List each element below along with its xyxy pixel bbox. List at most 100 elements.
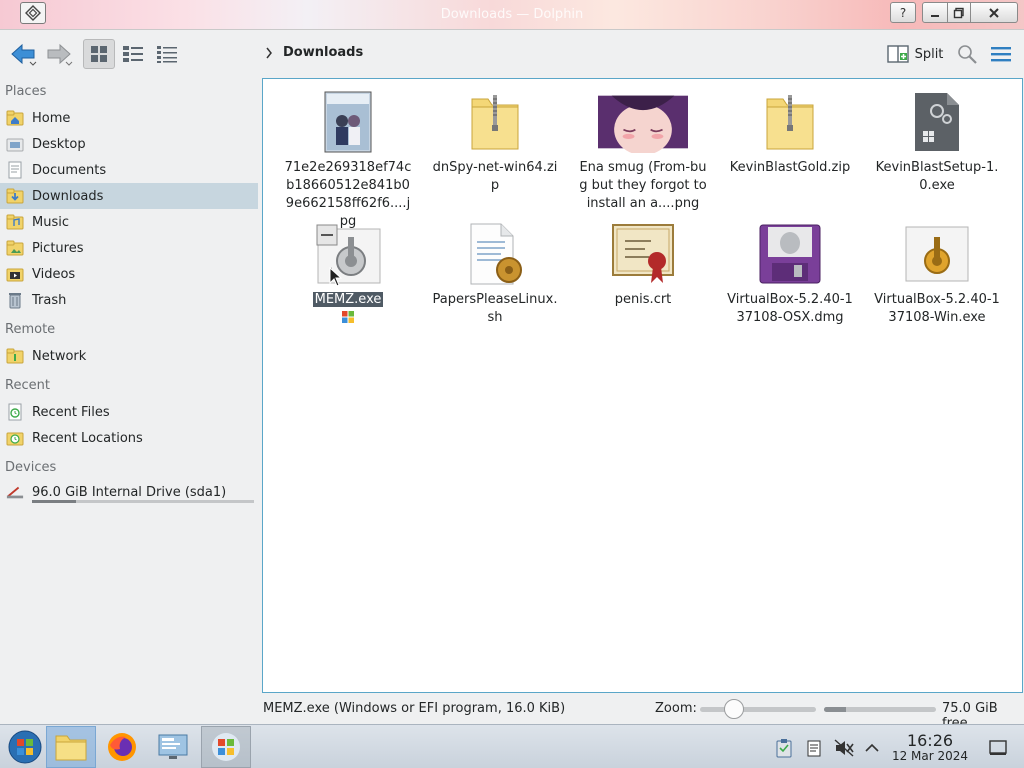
videos-folder-icon — [6, 265, 24, 283]
view-details-button[interactable] — [151, 39, 183, 69]
taskbar-file-manager[interactable] — [46, 726, 96, 768]
pictures-folder-icon — [6, 239, 24, 257]
file-item[interactable]: VirtualBox-5.2.40-137108-OSX.dmg — [720, 221, 860, 327]
file-item[interactable]: KevinBlastSetup-1.0.exe — [867, 89, 1007, 195]
zip-folder-icon — [745, 89, 835, 155]
hamburger-icon — [991, 47, 1011, 62]
system-settings-icon — [158, 734, 188, 759]
installer-icon — [892, 221, 982, 287]
arrow-right-icon — [47, 43, 73, 66]
tray-clipboard[interactable] — [773, 737, 795, 759]
show-desktop-button[interactable] — [987, 737, 1009, 759]
file-view[interactable]: 71e2e269318ef74cb18660512e841b09e662158f… — [262, 78, 1023, 693]
file-item[interactable]: VirtualBox-5.2.40-137108-Win.exe — [867, 221, 1007, 327]
taskbar-windows-app[interactable] — [201, 726, 251, 768]
clock-date[interactable]: 12 Mar 2024 — [886, 749, 974, 763]
title-bar[interactable]: Downloads — Dolphin ? — [0, 0, 1024, 30]
chevron-up-icon — [865, 743, 879, 752]
free-space-fill — [824, 707, 847, 712]
file-item[interactable]: dnSpy-net-win64.zip — [425, 89, 565, 195]
show-desktop-icon — [989, 740, 1007, 755]
split-label: Split — [914, 46, 944, 62]
sidebar-item-trash[interactable]: Trash — [0, 287, 258, 313]
free-space-bar — [824, 707, 936, 712]
sidebar-item-videos[interactable]: Videos — [0, 261, 258, 287]
shell-script-icon — [450, 221, 540, 287]
hard-drive-icon — [6, 483, 24, 501]
tray-expand-button[interactable] — [861, 737, 883, 759]
windows-logo-icon — [212, 733, 240, 761]
sidebar-item-home[interactable]: Home — [0, 105, 258, 131]
file-name: VirtualBox-5.2.40-137108-Win.exe — [874, 292, 1000, 325]
taskbar-firefox[interactable] — [97, 726, 147, 768]
sidebar-item-label: Desktop — [32, 136, 86, 152]
view-compact-button[interactable] — [117, 39, 149, 69]
maximize-button[interactable] — [947, 2, 971, 23]
firefox-icon — [108, 733, 136, 761]
sidebar-item-recent-locations[interactable]: Recent Locations — [0, 425, 258, 451]
drive-usage-fill — [32, 500, 77, 503]
help-button[interactable]: ? — [890, 2, 916, 23]
sidebar-item-network[interactable]: Network — [0, 343, 258, 369]
start-menu-button[interactable] — [0, 726, 50, 768]
zoom-slider[interactable] — [700, 707, 816, 712]
clipboard-icon — [776, 739, 792, 758]
recent-locations-icon — [6, 429, 24, 447]
file-item[interactable]: KevinBlastGold.zip — [720, 89, 860, 177]
executable-gear-icon — [892, 89, 982, 155]
zoom-slider-handle[interactable] — [723, 699, 744, 719]
section-title-devices: Devices — [5, 460, 57, 475]
minimize-button[interactable] — [922, 2, 948, 23]
taskbar: 16:26 12 Mar 2024 — [0, 724, 1024, 768]
forward-button[interactable] — [44, 39, 76, 69]
sidebar-item-pictures[interactable]: Pictures — [0, 235, 258, 261]
file-item[interactable]: penis.crt — [573, 221, 713, 309]
search-icon — [958, 45, 977, 64]
search-button[interactable] — [952, 39, 982, 69]
sidebar-item-label: Home — [32, 110, 71, 126]
floppy-disk-image-icon — [745, 221, 835, 287]
hamburger-menu-button[interactable] — [986, 39, 1016, 69]
sidebar-item-documents[interactable]: Documents — [0, 157, 258, 183]
selected-filename-text: MEMZ.exe — [312, 292, 384, 307]
close-button[interactable] — [970, 2, 1018, 23]
drive-usage-bar — [32, 500, 254, 503]
view-icons-button[interactable] — [83, 39, 115, 69]
file-item[interactable]: 71e2e269318ef74cb18660512e841b09e662158f… — [278, 89, 418, 231]
breadcrumb[interactable]: Downloads — [265, 45, 363, 60]
clock-time[interactable]: 16:26 — [890, 731, 970, 750]
sidebar-item-label: Videos — [32, 266, 76, 282]
file-name: PapersPleaseLinux.sh — [432, 292, 558, 325]
icons-view-icon — [91, 46, 107, 62]
sidebar-item-music[interactable]: Music — [0, 209, 258, 235]
section-title-recent: Recent — [5, 378, 50, 393]
file-name-selected: MEMZ.exe — [284, 291, 412, 309]
zoom-label: Zoom: — [655, 701, 697, 716]
taskbar-system-settings[interactable] — [148, 726, 198, 768]
back-button[interactable] — [8, 39, 40, 69]
sidebar-item-recent-files[interactable]: Recent Files — [0, 399, 258, 425]
section-title-remote: Remote — [5, 322, 56, 337]
file-name: Ena smug (From-bug but they forgot to in… — [579, 160, 707, 211]
split-view-icon — [886, 45, 909, 63]
sidebar-item-label: Recent Files — [32, 404, 110, 420]
sidebar-item-label: Recent Locations — [32, 430, 143, 446]
help-icon: ? — [899, 5, 907, 20]
documents-folder-icon — [6, 161, 24, 179]
tray-volume[interactable] — [833, 737, 855, 759]
sidebar-item-desktop[interactable]: Desktop — [0, 131, 258, 157]
volume-muted-icon — [834, 739, 854, 757]
file-name: dnSpy-net-win64.zip — [432, 160, 558, 193]
details-view-icon — [157, 46, 177, 63]
compact-view-icon — [123, 46, 143, 62]
tray-notes[interactable] — [803, 737, 825, 759]
split-button[interactable]: Split — [886, 39, 944, 69]
file-item[interactable]: Ena smug (From-bug but they forgot to in… — [573, 89, 713, 213]
breadcrumb-item-downloads[interactable]: Downloads — [283, 45, 363, 60]
file-item[interactable]: MEMZ.exe — [278, 221, 418, 328]
certificate-icon — [598, 221, 688, 287]
file-name: KevinBlastSetup-1.0.exe — [875, 160, 999, 193]
maximize-icon — [953, 7, 964, 18]
sidebar-item-downloads[interactable]: Downloads — [0, 183, 258, 209]
file-item[interactable]: PapersPleaseLinux.sh — [425, 221, 565, 327]
